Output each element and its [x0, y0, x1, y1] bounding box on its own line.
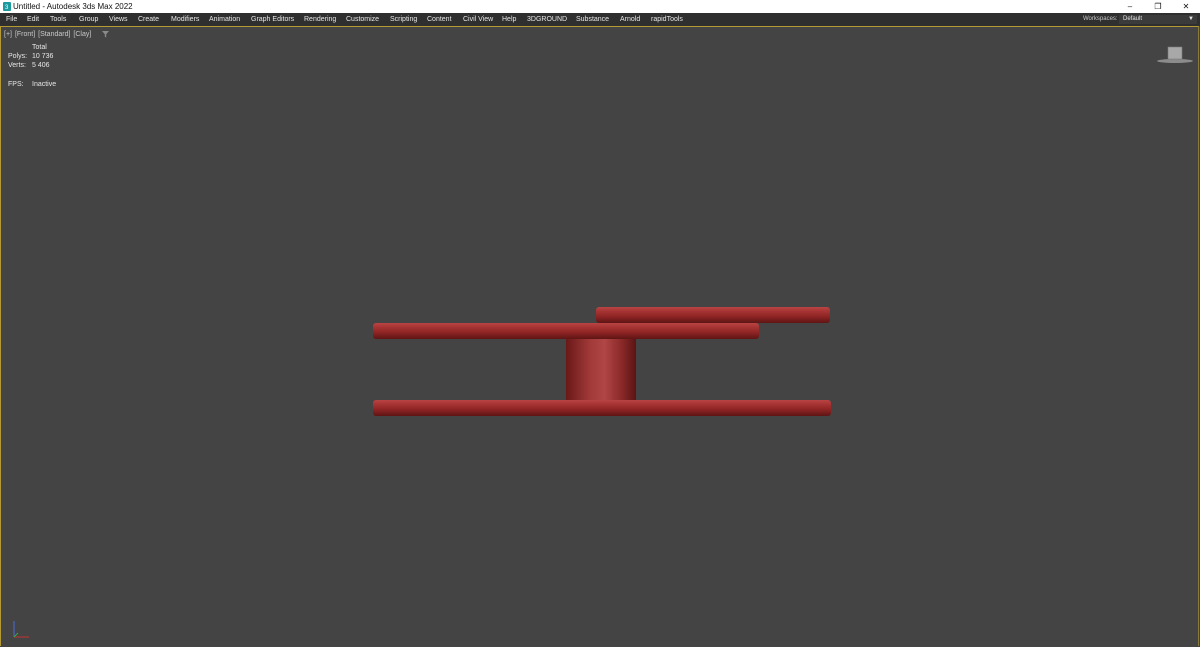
chevron-down-icon: ▼ [1188, 16, 1194, 22]
menu-bar: File Edit Tools Group Views Create Modif… [0, 13, 1200, 26]
menu-edit[interactable]: Edit [27, 13, 39, 26]
middle-plate[interactable] [373, 323, 759, 339]
menu-arnold[interactable]: Arnold [620, 13, 640, 26]
workspaces-dropdown[interactable]: Default ▼ [1119, 15, 1197, 24]
menu-3dground[interactable]: 3DGROUND [527, 13, 567, 26]
menu-graph-editors[interactable]: Graph Editors [251, 13, 294, 26]
close-button[interactable]: ✕ [1172, 0, 1200, 13]
front-viewport[interactable]: [+] [Front] [Standard] [Clay] Total Poly… [0, 26, 1199, 646]
3dsmax-app-icon: 3 [3, 2, 11, 11]
menu-rendering[interactable]: Rendering [304, 13, 336, 26]
menu-file[interactable]: File [6, 13, 17, 26]
menu-rapidtools[interactable]: rapidTools [651, 13, 683, 26]
bottom-plate[interactable] [373, 400, 831, 416]
menu-animation[interactable]: Animation [209, 13, 240, 26]
menu-scripting[interactable]: Scripting [390, 13, 417, 26]
minimize-button[interactable]: – [1116, 0, 1144, 13]
center-cylinder[interactable] [566, 339, 636, 401]
scene-geometry[interactable] [1, 27, 1198, 646]
menu-content[interactable]: Content [427, 13, 452, 26]
menu-group[interactable]: Group [79, 13, 98, 26]
workspaces-value: Default [1123, 16, 1143, 22]
menu-help[interactable]: Help [502, 13, 516, 26]
window-title: Untitled - Autodesk 3ds Max 2022 [13, 2, 133, 11]
menu-civil-view[interactable]: Civil View [463, 13, 493, 26]
menu-create[interactable]: Create [138, 13, 159, 26]
title-bar: 3 Untitled - Autodesk 3ds Max 2022 – ❐ ✕ [0, 0, 1200, 13]
menu-views[interactable]: Views [109, 13, 128, 26]
axis-tripod-icon [13, 621, 29, 638]
menu-substance[interactable]: Substance [576, 13, 609, 26]
workspaces-label: Workspaces: [1083, 16, 1118, 22]
menu-modifiers[interactable]: Modifiers [171, 13, 199, 26]
menu-tools[interactable]: Tools [50, 13, 66, 26]
restore-button[interactable]: ❐ [1144, 0, 1172, 13]
top-right-plate[interactable] [596, 307, 830, 323]
menu-customize[interactable]: Customize [346, 13, 379, 26]
